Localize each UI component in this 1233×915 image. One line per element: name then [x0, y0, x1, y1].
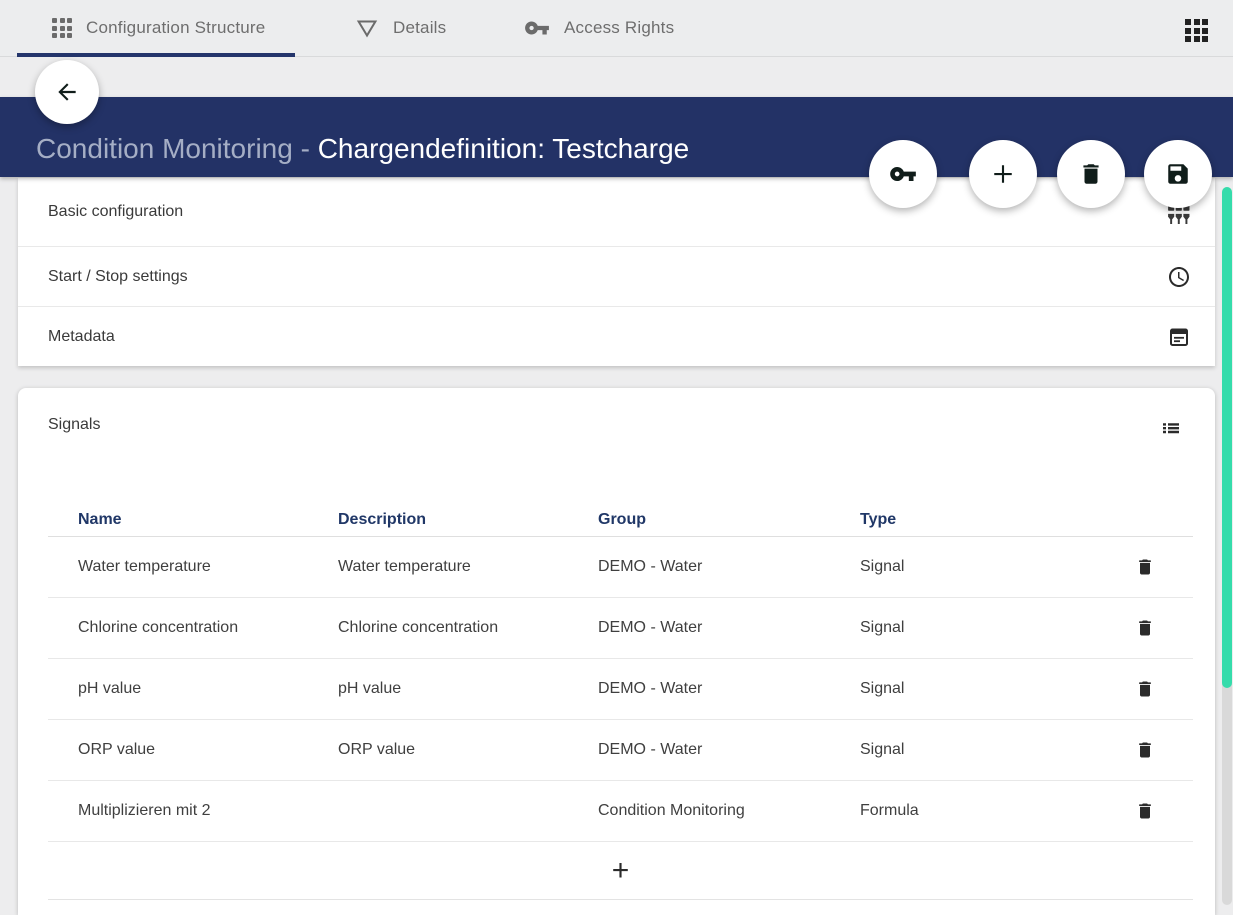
- title-prefix: Condition Monitoring -: [36, 133, 318, 164]
- tab-label: Configuration Structure: [86, 18, 265, 38]
- top-tab-bar: Configuration Structure Details Access R…: [0, 0, 1233, 57]
- page-title: Condition Monitoring - Chargendefinition…: [36, 133, 689, 165]
- back-button[interactable]: [42, 67, 92, 117]
- signals-card: Signals Name Description Group Type Wate…: [18, 388, 1215, 915]
- active-tab-indicator: [17, 53, 295, 57]
- cell-group: DEMO - Water: [598, 558, 860, 576]
- cell-group: DEMO - Water: [598, 619, 860, 637]
- config-sections: Basic configuration Start / Stop setting…: [18, 178, 1215, 366]
- calendar-icon: [1167, 325, 1191, 349]
- cell-group: DEMO - Water: [598, 741, 860, 759]
- cell-type: Signal: [860, 558, 1097, 576]
- cell-name: Water temperature: [78, 558, 338, 576]
- trash-icon: [1135, 800, 1155, 822]
- add-signal-button[interactable]: +: [592, 856, 650, 886]
- triangle-icon: [355, 16, 379, 40]
- trash-icon: [1135, 739, 1155, 761]
- cell-description: ORP value: [338, 741, 598, 759]
- access-rights-fab[interactable]: [876, 147, 930, 201]
- trash-icon: [1135, 678, 1155, 700]
- grid-dots-icon: [52, 18, 72, 38]
- save-fab[interactable]: [1151, 147, 1205, 201]
- add-fab[interactable]: [976, 147, 1030, 201]
- tab-configuration-structure[interactable]: Configuration Structure: [52, 0, 265, 56]
- clock-icon: [1167, 265, 1191, 289]
- tab-label: Details: [393, 18, 446, 38]
- cell-group: Condition Monitoring: [598, 802, 860, 820]
- tab-details[interactable]: Details: [355, 0, 446, 56]
- cell-name: ORP value: [78, 741, 338, 759]
- apps-grid-icon: [1185, 19, 1209, 42]
- cell-type: Signal: [860, 741, 1097, 759]
- cell-name: Multiplizieren mit 2: [78, 802, 338, 820]
- trash-icon: [1135, 617, 1155, 639]
- vertical-scrollbar[interactable]: [1222, 187, 1232, 905]
- tab-label: Access Rights: [564, 18, 674, 38]
- cell-type: Formula: [860, 802, 1097, 820]
- trash-icon: [1135, 556, 1155, 578]
- cell-group: DEMO - Water: [598, 680, 860, 698]
- arrow-left-icon: [54, 79, 80, 105]
- cell-description: pH value: [338, 680, 598, 698]
- section-label: Metadata: [48, 328, 115, 346]
- col-header-type: Type: [860, 511, 1097, 529]
- row-delete-button[interactable]: [1130, 552, 1160, 582]
- key-icon: [524, 15, 550, 41]
- row-delete-button[interactable]: [1130, 796, 1160, 826]
- save-icon: [1165, 161, 1191, 187]
- col-header-description: Description: [338, 511, 598, 529]
- section-metadata[interactable]: Metadata: [18, 306, 1215, 366]
- cell-type: Signal: [860, 619, 1097, 637]
- table-row[interactable]: Multiplizieren mit 2 Condition Monitorin…: [48, 781, 1193, 842]
- delete-fab[interactable]: [1064, 147, 1118, 201]
- app-screen: Configuration Structure Details Access R…: [0, 0, 1233, 915]
- section-start-stop-settings[interactable]: Start / Stop settings: [18, 246, 1215, 306]
- row-delete-button[interactable]: [1130, 613, 1160, 643]
- key-icon: [889, 160, 917, 188]
- section-basic-configuration[interactable]: Basic configuration: [18, 178, 1215, 246]
- cell-name: pH value: [78, 680, 338, 698]
- list-icon: [1159, 416, 1183, 440]
- table-body: Water temperature Water temperature DEMO…: [48, 537, 1193, 842]
- table-row[interactable]: Water temperature Water temperature DEMO…: [48, 537, 1193, 598]
- cell-name: Chlorine concentration: [78, 619, 338, 637]
- scrollbar-thumb[interactable]: [1222, 187, 1232, 688]
- title-main: Chargendefinition: Testcharge: [318, 133, 690, 164]
- table-row[interactable]: pH value pH value DEMO - Water Signal: [48, 659, 1193, 720]
- row-delete-button[interactable]: [1130, 735, 1160, 765]
- row-delete-button[interactable]: [1130, 674, 1160, 704]
- cell-type: Signal: [860, 680, 1097, 698]
- add-signal-row: +: [48, 842, 1193, 900]
- plus-icon: [988, 159, 1018, 189]
- section-label: Start / Stop settings: [48, 268, 188, 286]
- signals-title: Signals: [48, 416, 100, 434]
- col-header-name: Name: [78, 511, 338, 529]
- cell-description: Water temperature: [338, 558, 598, 576]
- table-row[interactable]: Chlorine concentration Chlorine concentr…: [48, 598, 1193, 659]
- table-header-row: Name Description Group Type: [48, 503, 1193, 537]
- col-header-group: Group: [598, 511, 860, 529]
- section-label: Basic configuration: [48, 203, 183, 221]
- cell-description: Chlorine concentration: [338, 619, 598, 637]
- table-row[interactable]: ORP value ORP value DEMO - Water Signal: [48, 720, 1193, 781]
- signals-table: Name Description Group Type Water temper…: [48, 503, 1193, 900]
- apps-menu-button[interactable]: [1185, 19, 1209, 43]
- trash-icon: [1078, 161, 1104, 187]
- tab-access-rights[interactable]: Access Rights: [524, 0, 674, 56]
